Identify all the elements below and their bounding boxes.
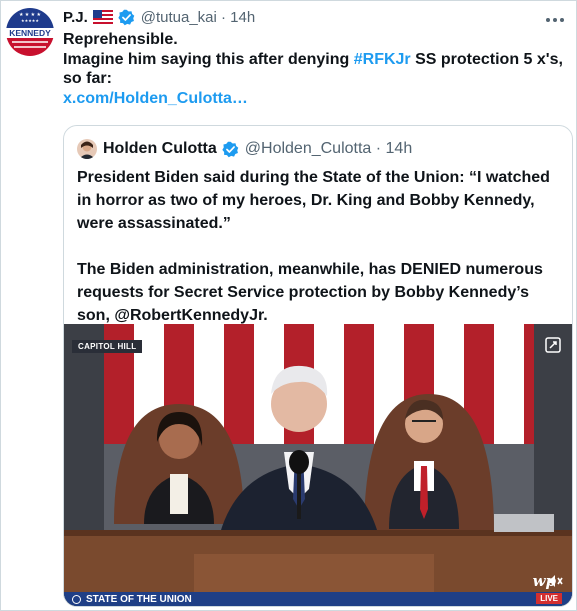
- tweet-text: Reprehensible. Imagine him saying this a…: [63, 30, 568, 108]
- handle-and-time[interactable]: @tutua_kai · 14h: [141, 9, 255, 26]
- quote-paragraph-2: The Biden administration, meanwhile, has…: [77, 261, 543, 324]
- avatar-logo-text: KENNEDY: [9, 28, 51, 38]
- more-icon[interactable]: [545, 10, 565, 22]
- live-badge: LIVE: [536, 593, 562, 604]
- us-flag-icon: [92, 10, 113, 24]
- mute-icon[interactable]: [546, 572, 564, 590]
- video-player[interactable]: CAPITOL HILL wp STATE OF THE UNION LIVE: [64, 324, 572, 606]
- expand-icon[interactable]: [544, 336, 562, 354]
- quote-paragraph-1: President Biden said during the State of…: [77, 169, 550, 232]
- caption-label: STATE OF THE UNION: [72, 594, 192, 605]
- caption-text: STATE OF THE UNION: [86, 594, 192, 605]
- quote-display-name[interactable]: Holden Culotta: [103, 140, 217, 158]
- hashtag-link[interactable]: #RFKJr: [354, 51, 411, 68]
- display-name[interactable]: P.J.: [63, 9, 88, 26]
- play-icon[interactable]: [72, 595, 81, 604]
- tweet-line-2: Imagine him saying this after denying #R…: [63, 50, 568, 89]
- tweet-header: P.J. @tutua_kai · 14h: [63, 6, 255, 28]
- user-avatar[interactable]: ★ ★ ★ ★ ★★★★★ KENNEDY: [6, 8, 54, 56]
- quote-handle-and-time[interactable]: @Holden_Culotta · 14h: [245, 140, 412, 158]
- quote-header: Holden Culotta @Holden_Culotta · 14h: [77, 138, 412, 160]
- tweet-line-2-start: Imagine him saying this after denying: [63, 50, 354, 68]
- verified-badge-icon: [222, 141, 239, 158]
- location-tag: CAPITOL HILL: [72, 340, 143, 353]
- url-link[interactable]: x.com/Holden_Culotta…: [63, 90, 248, 107]
- quote-avatar[interactable]: [77, 139, 97, 159]
- quote-text: President Biden said during the State of…: [77, 166, 563, 327]
- tweet-line-1: Reprehensible.: [63, 31, 178, 48]
- verified-badge-icon: [118, 9, 135, 26]
- svg-text:★★★★★: ★★★★★: [21, 18, 39, 23]
- quoted-tweet[interactable]: Holden Culotta @Holden_Culotta · 14h Pre…: [63, 125, 573, 607]
